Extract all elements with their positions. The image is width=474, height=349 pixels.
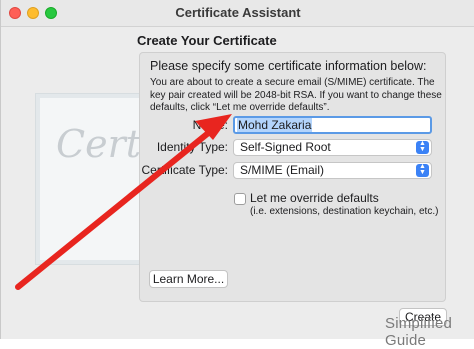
override-defaults-label[interactable]: Let me override defaults: [250, 191, 379, 205]
name-label: Name:: [192, 118, 228, 132]
form-prompt: Please specify some certificate informat…: [150, 59, 427, 73]
name-field[interactable]: Mohd Zakaria: [233, 116, 432, 134]
name-field-value: Mohd Zakaria: [237, 118, 313, 132]
identity-type-label: Identity Type:: [156, 140, 228, 154]
watermark: Simplified Guide: [385, 315, 453, 349]
title-bar: Certificate Assistant: [1, 0, 474, 27]
chevron-updown-icon: ▲ ▼: [416, 163, 429, 177]
identity-type-value: Self-Signed Root: [240, 140, 331, 154]
page-heading: Create Your Certificate: [137, 33, 277, 48]
override-defaults-checkbox[interactable]: [234, 193, 246, 205]
certificate-type-value: S/MIME (Email): [240, 163, 324, 177]
certificate-type-select[interactable]: S/MIME (Email) ▲ ▼: [233, 162, 432, 179]
learn-more-button[interactable]: Learn More...: [149, 270, 228, 288]
certificate-assistant-window: Certificate Assistant Certificate Create…: [0, 0, 474, 339]
identity-type-select[interactable]: Self-Signed Root ▲ ▼: [233, 139, 432, 156]
window-title: Certificate Assistant: [175, 5, 301, 20]
certificate-illustration: Certificate: [35, 93, 260, 265]
form-description: You are about to create a secure email (…: [150, 77, 442, 113]
certificate-type-label: Certificate Type:: [141, 163, 228, 177]
chevron-updown-icon: ▲ ▼: [416, 140, 429, 154]
override-defaults-hint: (i.e. extensions, destination keychain, …: [250, 206, 439, 217]
